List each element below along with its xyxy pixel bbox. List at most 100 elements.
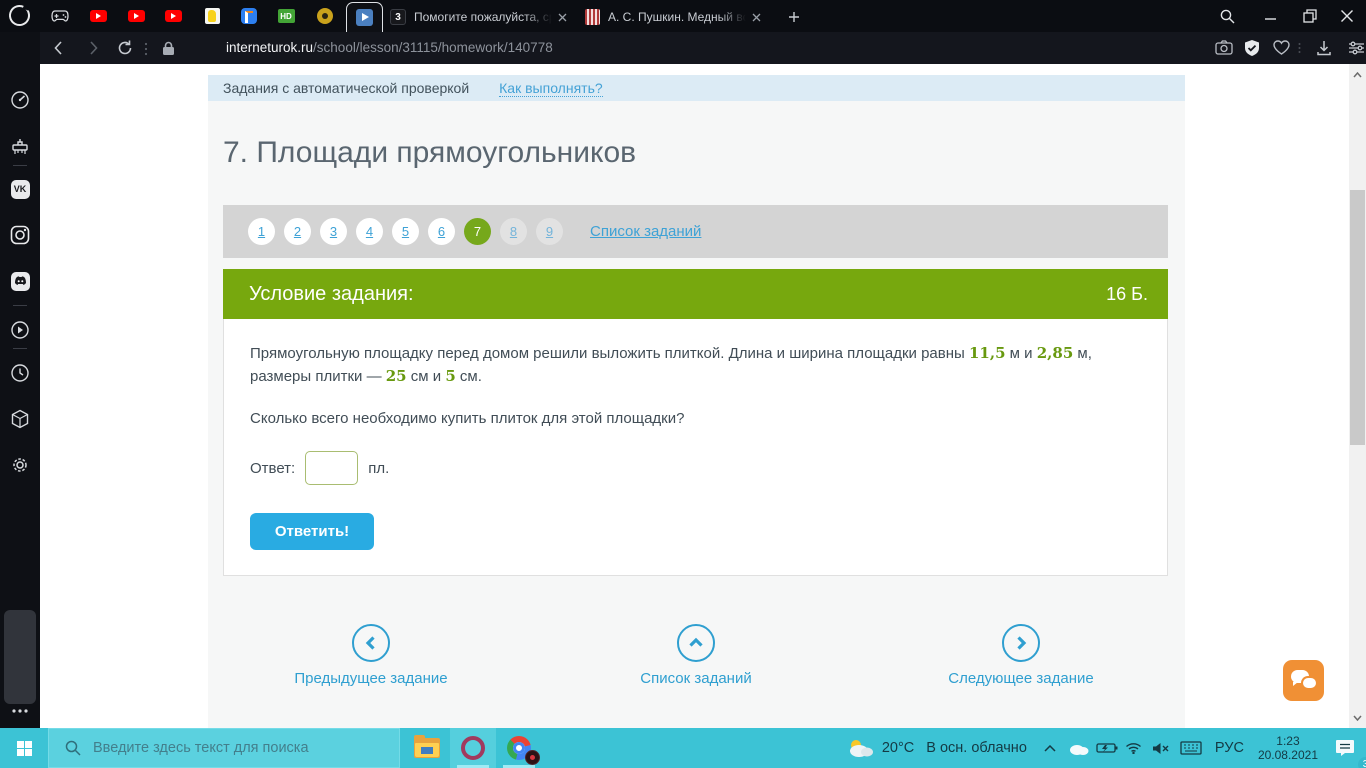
download-icon — [1317, 41, 1331, 56]
youtube-icon — [164, 10, 182, 22]
taskbar-clock[interactable]: 1:23 20.08.2021 — [1258, 734, 1318, 762]
chat-widget-button[interactable] — [1283, 660, 1324, 701]
url-domain: interneturok.ru — [226, 40, 314, 55]
file-explorer-button[interactable] — [404, 728, 450, 768]
task-list-link[interactable]: Список заданий — [590, 223, 701, 240]
weather-desc[interactable]: В осн. облачно — [926, 740, 1027, 756]
taskbar-search-input[interactable] — [93, 740, 373, 756]
pinned-tab-simpsons[interactable] — [203, 7, 221, 25]
browser-search-button[interactable] — [1205, 0, 1249, 32]
youtube-icon — [89, 10, 107, 22]
page-title: 7. Площади прямоугольников — [223, 136, 637, 169]
tab-znanija[interactable]: 3 Помогите пожалуйста, сро — [390, 4, 576, 30]
pinned-tab-youtube[interactable] — [127, 7, 145, 25]
wifi-icon[interactable] — [1121, 728, 1147, 768]
answer-input[interactable] — [305, 451, 359, 485]
gamepad-icon — [51, 10, 69, 22]
tab-pushkin[interactable]: А. С. Пушкин. Медный вса — [585, 4, 771, 30]
pinned-tab-film[interactable] — [316, 7, 334, 25]
chrome-profile-badge — [525, 750, 540, 765]
interneturok-favicon-icon — [356, 9, 373, 26]
close-tab-icon[interactable] — [752, 13, 761, 22]
scroll-up-icon[interactable] — [1349, 66, 1366, 83]
tray-overflow-button[interactable] — [1035, 728, 1065, 768]
volume-muted-icon[interactable] — [1147, 728, 1175, 768]
touch-keyboard-icon[interactable] — [1175, 728, 1207, 768]
reload-button[interactable] — [116, 39, 134, 57]
sidebar-settings-button[interactable] — [0, 450, 40, 480]
task-number-1[interactable]: 1 — [248, 218, 275, 245]
weather-icon[interactable] — [846, 728, 874, 768]
battery-icon[interactable] — [1093, 728, 1121, 768]
pinned-tab-youtube[interactable] — [89, 7, 107, 25]
page-scrollbar[interactable] — [1349, 64, 1366, 728]
sidebar-discord-button[interactable] — [0, 266, 40, 296]
close-tab-icon[interactable] — [558, 13, 567, 22]
sidebar-player-button[interactable] — [0, 315, 40, 345]
snapshot-button[interactable] — [1215, 40, 1233, 55]
sidebar-history-button[interactable] — [0, 358, 40, 388]
task-number-9[interactable]: 9 — [536, 218, 563, 245]
start-button[interactable] — [0, 728, 48, 768]
search-icon — [1220, 9, 1234, 23]
tile-size-2: 5 — [445, 367, 456, 385]
minimize-button[interactable] — [1248, 0, 1292, 32]
site-security-lock-icon[interactable] — [162, 41, 175, 56]
task-list-button[interactable]: Список заданий — [586, 624, 806, 687]
language-indicator[interactable]: РУС — [1215, 740, 1244, 756]
cleaner-icon — [12, 139, 28, 154]
adblock-shield-button[interactable] — [1243, 39, 1261, 57]
sidebar-instagram-button[interactable] — [0, 220, 40, 250]
browser-settings-button[interactable] — [1348, 40, 1365, 56]
sidebar-cleaner-button[interactable] — [0, 132, 40, 162]
url-text[interactable]: interneturok.ru/school/lesson/31115/home… — [226, 40, 553, 55]
submit-answer-button[interactable]: Ответить! — [250, 513, 374, 550]
extensions-dots-icon[interactable] — [144, 42, 148, 56]
sidebar-speed-dial-button[interactable] — [0, 85, 40, 115]
back-button[interactable] — [50, 39, 68, 57]
next-task-button[interactable]: Следующее задание — [911, 624, 1131, 687]
sidebar-extensions-button[interactable] — [0, 404, 40, 434]
bookmark-heart-button[interactable] — [1273, 40, 1290, 55]
weather-temp[interactable]: 20°C — [882, 740, 914, 756]
task-number-5[interactable]: 5 — [392, 218, 419, 245]
onedrive-icon[interactable] — [1065, 728, 1093, 768]
previous-task-button[interactable]: Предыдущее задание — [261, 624, 481, 687]
taskbar-search-box[interactable] — [48, 728, 400, 768]
auto-check-label: Задания с автоматической проверкой — [223, 80, 470, 96]
opera-gx-logo[interactable] — [6, 2, 33, 29]
scrollbar-thumb[interactable] — [1350, 190, 1365, 445]
chrome-taskbar-button[interactable] — [496, 728, 542, 768]
sidebar-system-panel — [4, 610, 36, 704]
pinned-tab-kion[interactable] — [240, 7, 258, 25]
downloads-button[interactable] — [1316, 40, 1332, 56]
chevron-up-icon — [677, 624, 715, 662]
close-window-button[interactable] — [1325, 0, 1366, 32]
opera-gx-taskbar-button[interactable] — [450, 728, 496, 768]
task-number-7-active[interactable]: 7 — [464, 218, 491, 245]
pinned-tab-gamepad[interactable] — [51, 7, 69, 25]
windows-taskbar: 20°C В осн. облачно РУС 1:23 20.08.2021 … — [0, 728, 1366, 768]
how-to-link[interactable]: Как выполнять? — [499, 80, 603, 97]
pinned-tab-hd[interactable]: HD — [277, 7, 295, 25]
sidebar-more-button[interactable] — [0, 696, 40, 726]
close-icon — [1341, 10, 1353, 22]
tab-interneturok-active[interactable] — [346, 2, 383, 32]
forward-button[interactable] — [84, 39, 102, 57]
previous-task-label: Предыдущее задание — [294, 670, 448, 687]
task-number-3[interactable]: 3 — [320, 218, 347, 245]
notification-center-button[interactable]: 3 — [1324, 728, 1366, 768]
condition-points: 16 Б. — [1106, 283, 1148, 304]
scroll-down-icon[interactable] — [1349, 709, 1366, 726]
more-dots-icon — [12, 709, 28, 713]
task-number-4[interactable]: 4 — [356, 218, 383, 245]
task-number-6[interactable]: 6 — [428, 218, 455, 245]
task-number-2[interactable]: 2 — [284, 218, 311, 245]
pinned-tab-youtube[interactable] — [164, 7, 182, 25]
sidebar-vk-button[interactable]: VK — [0, 174, 40, 204]
answer-row: Ответ: пл. — [250, 451, 389, 485]
opera-gx-icon — [461, 736, 485, 760]
new-tab-button[interactable] — [784, 4, 804, 30]
search-icon — [65, 740, 81, 756]
task-number-8[interactable]: 8 — [500, 218, 527, 245]
